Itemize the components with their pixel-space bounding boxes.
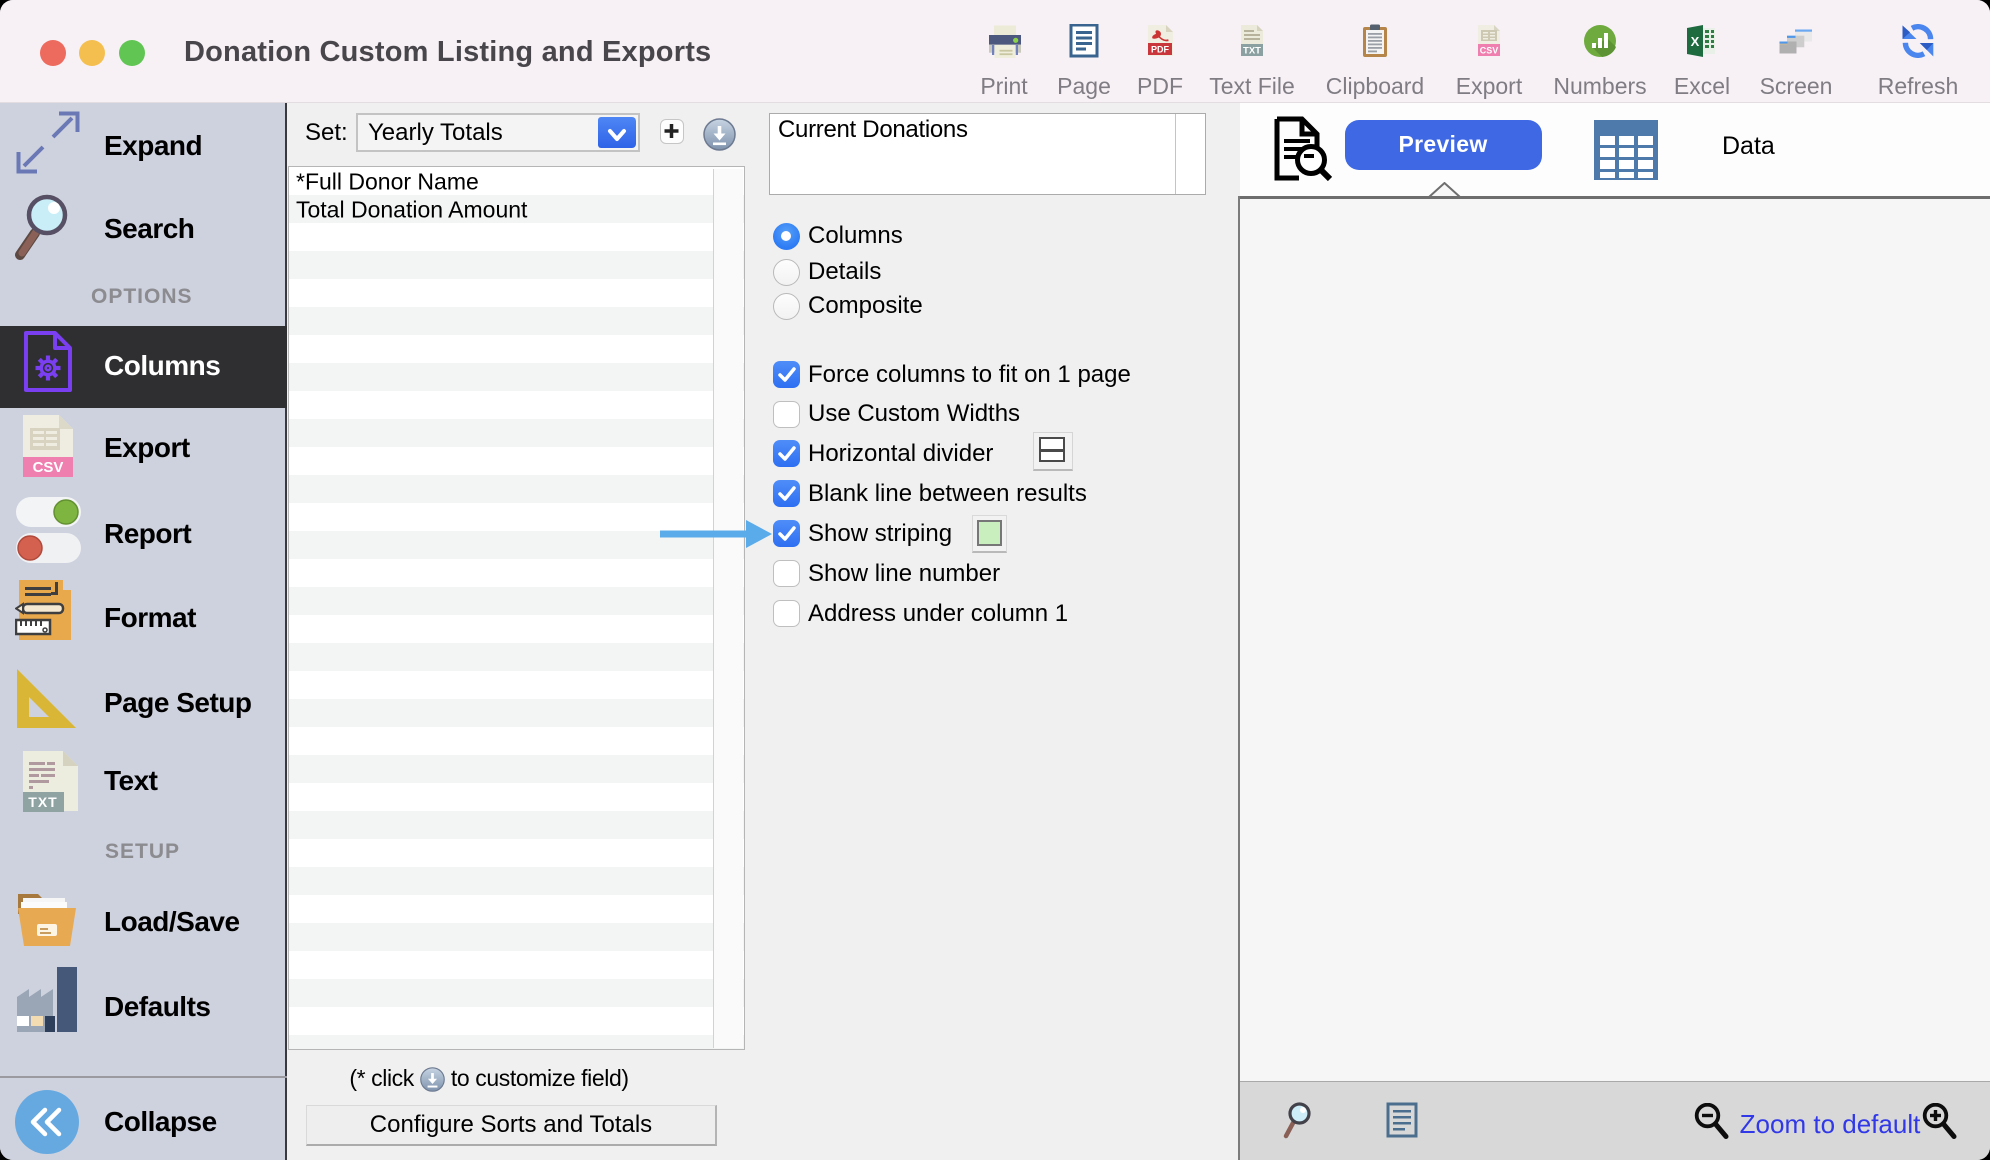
svg-text:PDF: PDF xyxy=(1151,45,1170,55)
svg-text:TXT: TXT xyxy=(1243,46,1261,57)
svg-text:TXT: TXT xyxy=(28,794,57,810)
svg-text:CSV: CSV xyxy=(33,459,64,476)
svg-text:X: X xyxy=(1691,34,1700,49)
svg-text:CSV: CSV xyxy=(1480,46,1499,56)
